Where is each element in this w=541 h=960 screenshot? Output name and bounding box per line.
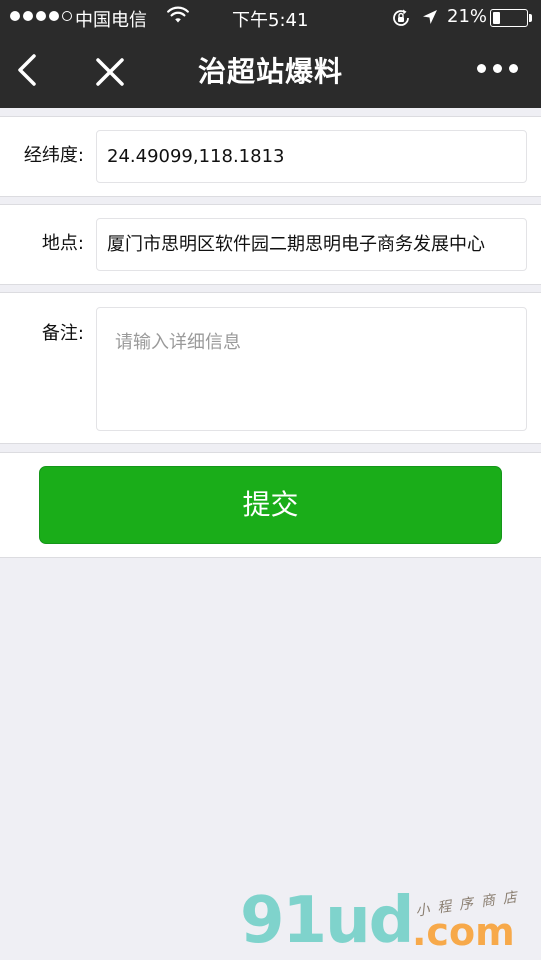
- submit-button[interactable]: 提交: [39, 466, 502, 544]
- close-icon: [96, 58, 124, 86]
- battery-tip: [529, 14, 532, 22]
- close-button[interactable]: [90, 52, 130, 92]
- battery-percent: 21%: [447, 6, 488, 27]
- remark-label: 备注:: [41, 323, 84, 344]
- watermark: 91ud .com 小程序商店: [240, 885, 540, 960]
- watermark-logo: 91ud: [240, 884, 414, 958]
- remark-placeholder: 请输入详细信息: [115, 332, 241, 353]
- back-button[interactable]: [10, 50, 46, 90]
- status-time: 下午5:41: [232, 10, 309, 31]
- location-label: 地点:: [41, 233, 84, 254]
- status-bar: 中国电信 下午5:41 21%: [0, 0, 541, 36]
- chevron-left-icon: [18, 54, 36, 86]
- location-arrow-icon: [421, 8, 439, 31]
- location-section: 地点: 厦门市思明区软件园二期思明电子商务发展中心: [0, 204, 541, 285]
- carrier-name: 中国电信: [75, 10, 147, 31]
- more-button[interactable]: [477, 64, 518, 73]
- wifi-icon: [167, 6, 189, 29]
- coords-section: 经纬度: 24.49099,118.1813: [0, 116, 541, 197]
- nav-bar: 治超站爆料: [0, 36, 541, 108]
- coords-label: 经纬度:: [23, 145, 84, 166]
- battery-level-fill: [493, 12, 500, 24]
- more-dots-icon: [477, 64, 486, 73]
- page-title: 治超站爆料: [197, 55, 343, 88]
- coords-field[interactable]: 24.49099,118.1813: [96, 130, 527, 183]
- top-bar: 中国电信 下午5:41 21% 治超站爆料: [0, 0, 541, 108]
- remark-section: 备注: 请输入详细信息: [0, 292, 541, 444]
- rotation-lock-icon: [391, 8, 411, 33]
- remark-textarea[interactable]: 请输入详细信息: [96, 307, 527, 431]
- signal-dots-icon: [10, 11, 72, 21]
- location-field[interactable]: 厦门市思明区软件园二期思明电子商务发展中心: [96, 218, 527, 271]
- battery-icon: [490, 9, 528, 27]
- submit-section: 提交: [0, 452, 541, 558]
